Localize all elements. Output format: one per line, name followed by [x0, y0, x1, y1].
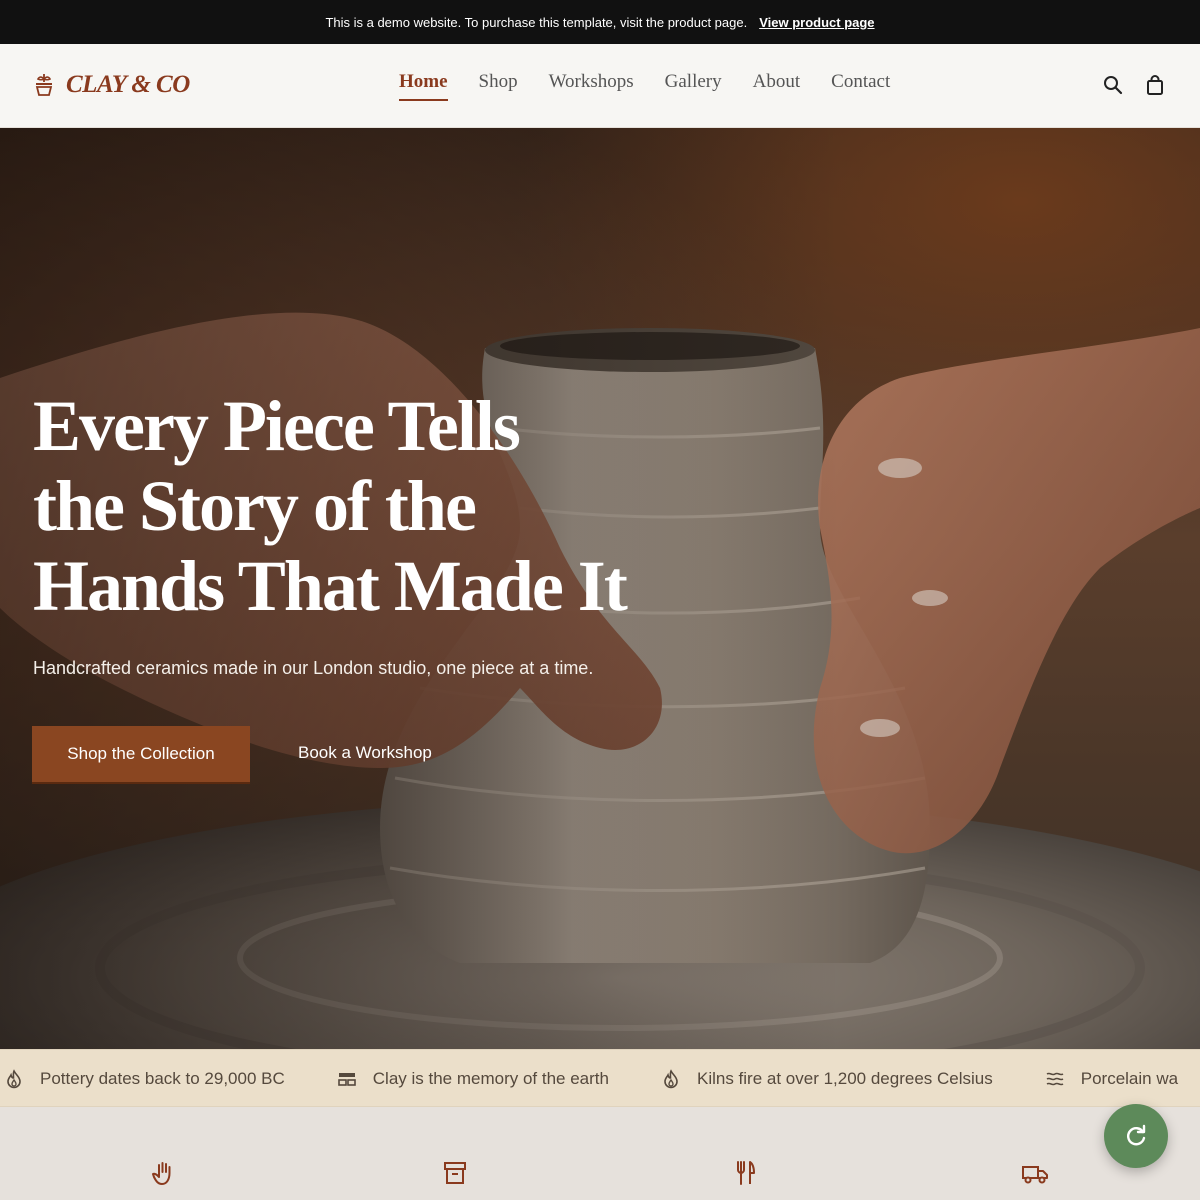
search-icon[interactable]: [1102, 74, 1124, 96]
brand-name: CLAY & CO: [66, 71, 190, 98]
layers-icon: [337, 1073, 356, 1086]
archive-box-icon: [444, 1162, 466, 1184]
main-nav: Home Shop Workshops Gallery About Contac…: [399, 71, 890, 101]
demo-banner-message: This is a demo website. To purchase this…: [325, 14, 748, 30]
nav-shop[interactable]: Shop: [479, 71, 518, 101]
utensils-icon: [737, 1161, 755, 1185]
truck-icon: [1022, 1166, 1048, 1184]
demo-banner: This is a demo website. To purchase this…: [0, 0, 1200, 44]
brand-logo[interactable]: CLAY & CO: [32, 71, 190, 99]
hero-section: Every Piece Tells the Story of the Hands…: [0, 128, 1200, 1049]
fact-text: Porcelain wa: [1080, 1069, 1179, 1088]
fact-item: Porcelain wa: [1045, 1069, 1178, 1089]
pot-plant-icon: [35, 73, 53, 96]
hero-title-line: Every Piece Tells: [33, 386, 521, 466]
shop-collection-button[interactable]: Shop the Collection: [32, 726, 250, 784]
features-section: [0, 1107, 1200, 1200]
fact-text: Kilns fire at over 1,200 degrees Celsius: [696, 1069, 993, 1088]
refresh-button[interactable]: [1104, 1104, 1168, 1168]
shopping-bag-icon[interactable]: [1144, 74, 1166, 96]
hero-subtitle: Handcrafted ceramics made in our London …: [33, 658, 594, 678]
header-actions: [1102, 74, 1166, 96]
nav-about[interactable]: About: [753, 71, 801, 101]
hero-title: Every Piece Tells the Story of the Hands…: [33, 386, 733, 626]
book-workshop-button[interactable]: Book a Workshop: [298, 743, 432, 763]
fact-item: Clay is the memory of the earth: [337, 1069, 609, 1089]
flame-icon: [664, 1069, 678, 1089]
waves-icon: [1046, 1072, 1064, 1086]
nav-home[interactable]: Home: [399, 71, 448, 101]
nav-contact[interactable]: Contact: [831, 71, 890, 101]
flame-icon: [7, 1069, 21, 1089]
fact-item: Pottery dates back to 29,000 BC: [4, 1069, 285, 1089]
hand-icon: [152, 1162, 171, 1185]
facts-marquee: Pottery dates back to 29,000 BC Clay is …: [0, 1049, 1200, 1107]
refresh-icon: [1127, 1124, 1146, 1146]
fact-text: Clay is the memory of the earth: [372, 1069, 609, 1088]
view-product-link[interactable]: View product page: [759, 15, 874, 30]
site-header: CLAY & CO Home Shop Workshops Gallery Ab…: [0, 44, 1200, 128]
nav-workshops[interactable]: Workshops: [549, 71, 634, 101]
hero-title-line: Hands That Made It: [33, 546, 628, 626]
nav-gallery[interactable]: Gallery: [665, 71, 722, 101]
fact-item: Kilns fire at over 1,200 degrees Celsius: [661, 1069, 993, 1089]
hero-title-line: the Story of the: [33, 466, 477, 546]
facts-track: Pottery dates back to 29,000 BC Clay is …: [4, 1050, 1200, 1106]
fact-text: Pottery dates back to 29,000 BC: [40, 1069, 285, 1088]
